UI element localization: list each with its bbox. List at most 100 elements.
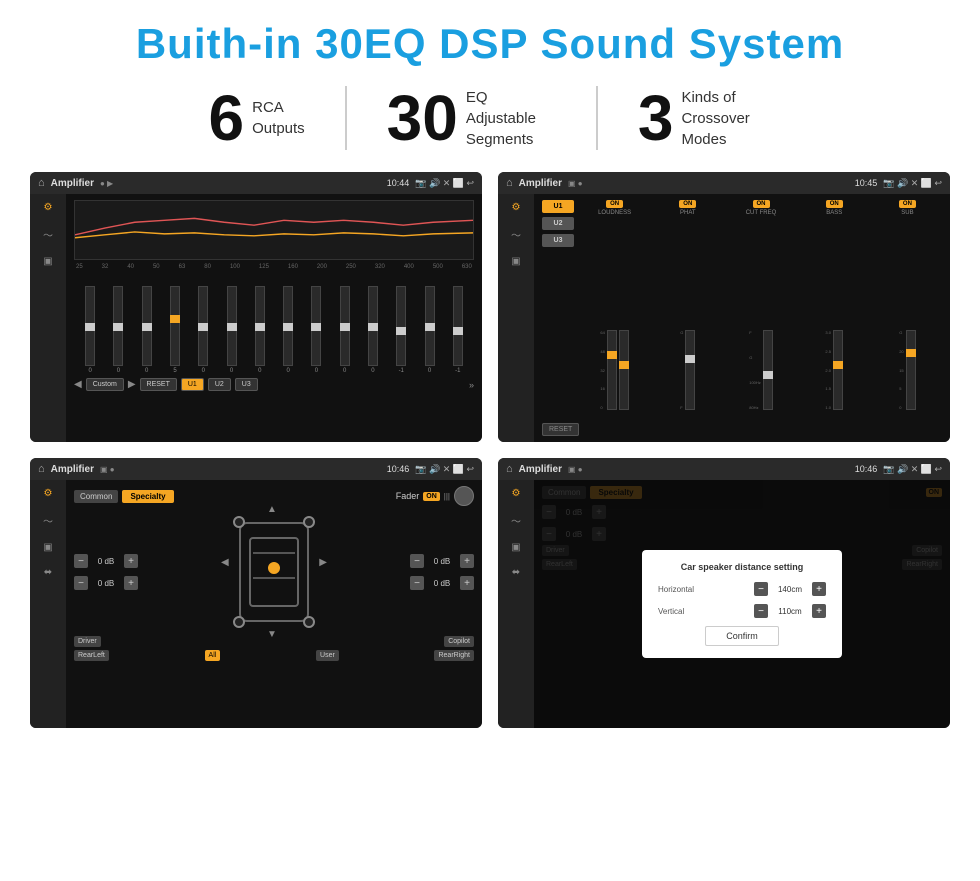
screen-eq: ⌂ Amplifier ● ▶ 10:44 📷 🔊 ✕ ⬜ ↩ ⚙ 〜 ▣	[30, 172, 482, 442]
all-btn[interactable]: All	[205, 650, 221, 661]
fader-topbar-dots: ▣ ●	[100, 465, 115, 474]
confirm-button[interactable]: Confirm	[705, 626, 779, 646]
channel-sub: ON SUB G 20 15 5 0	[873, 200, 942, 410]
user-btn[interactable]: User	[316, 650, 339, 661]
eq-slider-3: 0	[142, 274, 152, 374]
horizontal-plus-btn[interactable]: +	[812, 582, 826, 596]
screens-grid: ⌂ Amplifier ● ▶ 10:44 📷 🔊 ✕ ⬜ ↩ ⚙ 〜 ▣	[30, 172, 950, 728]
eq-icon-2: ⚙	[512, 202, 521, 213]
vertical-minus-btn[interactable]: −	[754, 604, 768, 618]
horizontal-minus-btn[interactable]: −	[754, 582, 768, 596]
page-title: Buith-in 30EQ DSP Sound System	[30, 20, 950, 68]
fader-specialty-btn[interactable]: Specialty	[122, 490, 173, 503]
stat-text-eq: EQ Adjustable Segments	[466, 87, 556, 150]
wave-icon-3: 〜	[43, 513, 53, 528]
channel-phat: ON PHAT G F	[653, 200, 722, 410]
eq-slider-2: 0	[113, 274, 123, 374]
loudness-slider[interactable]	[607, 330, 617, 410]
eq-slider-11: 0	[368, 274, 378, 374]
fader-label: Fader	[396, 491, 420, 501]
eq-freq-labels: 2532 4050 6380 100125 160200 250320 4005…	[74, 264, 474, 270]
rearleft-btn[interactable]: RearLeft	[74, 650, 109, 661]
vertical-label: Vertical	[658, 607, 684, 616]
screen-dialog: ⌂ Amplifier ▣ ● 10:46 📷 🔊 ✕ ⬜ ↩ ⚙ 〜 ▣ ⬌ …	[498, 458, 950, 728]
dialog-title: Car speaker distance setting	[658, 562, 826, 572]
bass-slider[interactable]	[833, 330, 843, 410]
fader-vol-controls-right: − 0 dB + − 0 dB +	[410, 554, 474, 590]
copilot-btn[interactable]: Copilot	[444, 636, 474, 647]
preset-u3[interactable]: U3	[542, 234, 574, 247]
fader-sidebar: ⚙ 〜 ▣ ⬌	[30, 480, 66, 728]
vol1-minus[interactable]: −	[74, 554, 88, 568]
eq-next-icon[interactable]: ▶	[128, 379, 136, 390]
sub-on[interactable]: ON	[899, 200, 916, 208]
eq-u2-btn[interactable]: U2	[208, 378, 231, 391]
eq-u1-btn[interactable]: U1	[181, 378, 204, 391]
vol2-value: 0 dB	[92, 579, 120, 588]
page-wrapper: Buith-in 30EQ DSP Sound System 6 RCA Out…	[0, 0, 980, 748]
phat-label: PHAT	[680, 210, 696, 216]
wave-icon: 〜	[43, 227, 53, 242]
preset-u1[interactable]: U1	[542, 200, 574, 213]
crossover-reset-btn[interactable]: RESET	[542, 423, 579, 436]
fader-vol-controls: − 0 dB + − 0 dB +	[74, 554, 138, 590]
up-nav-icon: ▲	[267, 504, 277, 515]
vol-row-2: − 0 dB +	[74, 576, 138, 590]
fader-common-btn[interactable]: Common	[74, 490, 118, 503]
dialog-topbar: ⌂ Amplifier ▣ ● 10:46 📷 🔊 ✕ ⬜ ↩	[498, 458, 950, 480]
rearright-btn[interactable]: RearRight	[434, 650, 474, 661]
speaker-tr	[303, 516, 315, 528]
cutfreq-slider[interactable]	[763, 330, 773, 410]
loudness-slider-2[interactable]	[619, 330, 629, 410]
sub-slider[interactable]	[906, 330, 916, 410]
eq-bottom-bar: ◀ Custom ▶ RESET U1 U2 U3 »	[74, 378, 474, 391]
vol2-minus[interactable]: −	[74, 576, 88, 590]
eq-slider-1: 0	[85, 274, 95, 374]
stat-number-crossover: 3	[638, 86, 674, 150]
wave-icon-4: 〜	[511, 513, 521, 528]
speaker-icon: ▣	[43, 256, 52, 267]
vol4-minus[interactable]: −	[410, 576, 424, 590]
phat-on[interactable]: ON	[679, 200, 696, 208]
eq-slider-6: 0	[227, 274, 237, 374]
stat-crossover: 3 Kinds of Crossover Modes	[598, 86, 812, 150]
eq-graph	[74, 200, 474, 260]
eq-expand-icon[interactable]: »	[469, 380, 474, 390]
loudness-on[interactable]: ON	[606, 200, 623, 208]
stat-number-eq: 30	[387, 86, 458, 150]
fader-avatar-icon	[454, 486, 474, 506]
vol2-plus[interactable]: +	[124, 576, 138, 590]
phat-slider[interactable]	[685, 330, 695, 410]
vol3-minus[interactable]: −	[410, 554, 424, 568]
fader-car-diagram: ◀ ▶ ▲ ▼	[146, 512, 402, 632]
car-outline: ◀ ▶ ▲ ▼	[239, 522, 309, 622]
eq-slider-13: 0	[425, 274, 435, 374]
stats-row: 6 RCA Outputs 30 EQ Adjustable Segments …	[30, 86, 950, 150]
fader-main: Common Specialty Fader ON ||| −	[66, 480, 482, 728]
stat-text-crossover: Kinds of Crossover Modes	[681, 87, 771, 150]
dialog-row-horizontal: Horizontal − 140cm +	[658, 582, 826, 596]
driver-btn[interactable]: Driver	[74, 636, 101, 647]
vol4-plus[interactable]: +	[460, 576, 474, 590]
eq-reset-btn[interactable]: RESET	[140, 378, 177, 391]
loudness-label: LOUDNESS	[598, 210, 631, 216]
vertical-value-group: − 110cm +	[754, 604, 826, 618]
vol3-plus[interactable]: +	[460, 554, 474, 568]
dialog-topbar-time: 10:46	[855, 464, 878, 474]
vol1-plus[interactable]: +	[124, 554, 138, 568]
eq-slider-14: -1	[453, 274, 463, 374]
fader-topbar-title: Amplifier	[51, 464, 94, 475]
bass-on[interactable]: ON	[826, 200, 843, 208]
cutfreq-on[interactable]: ON	[753, 200, 770, 208]
speaker-icon-2: ▣	[511, 256, 520, 267]
preset-u2[interactable]: U2	[542, 217, 574, 230]
eq-u3-btn[interactable]: U3	[235, 378, 258, 391]
fader-top: Common Specialty Fader ON |||	[74, 486, 474, 506]
stat-rca: 6 RCA Outputs	[169, 86, 347, 150]
vertical-plus-btn[interactable]: +	[812, 604, 826, 618]
crossover-topbar-icons: 📷 🔊 ✕ ⬜ ↩	[883, 178, 942, 189]
eq-prev-icon[interactable]: ◀	[74, 379, 82, 390]
down-nav-icon: ▼	[267, 629, 277, 640]
crossover-main: U1 U2 U3 ON LOUDNESS 64	[534, 194, 950, 442]
home-icon-3: ⌂	[38, 463, 45, 475]
